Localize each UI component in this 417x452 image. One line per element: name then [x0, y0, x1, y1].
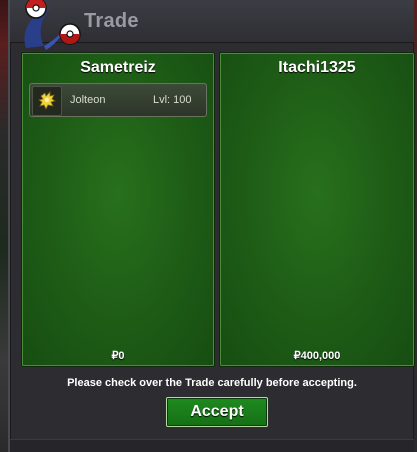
window-bottom-border — [10, 439, 414, 452]
player-name-partner: Itachi1325 — [278, 59, 356, 76]
item-level: Lvl: 100 — [153, 94, 192, 106]
trade-panel-self: Sametreiz Jolteon Lvl: 100 ₽0 — [21, 52, 215, 367]
title-bar[interactable]: Trade — [10, 0, 414, 50]
money-offer-self: ₽0 — [111, 350, 125, 362]
player-name-self: Sametreiz — [80, 59, 156, 76]
window-title: Trade — [84, 10, 139, 32]
trade-notice: Please check over the Trade carefully be… — [67, 377, 357, 389]
trade-window: Trade Sametreiz Jolteon Lvl: 100 ₽0 Itac… — [8, 0, 415, 452]
background-glow — [0, 232, 6, 246]
jolteon-icon — [32, 86, 62, 116]
pokeball-logo-icon — [24, 0, 81, 50]
item-name: Jolteon — [70, 94, 106, 106]
money-offer-partner: ₽400,000 — [293, 350, 341, 362]
accept-button[interactable]: Accept — [166, 397, 268, 427]
trade-panel-partner: Itachi1325 ₽400,000 — [219, 52, 415, 367]
trade-item-row[interactable]: Jolteon Lvl: 100 — [29, 83, 207, 117]
